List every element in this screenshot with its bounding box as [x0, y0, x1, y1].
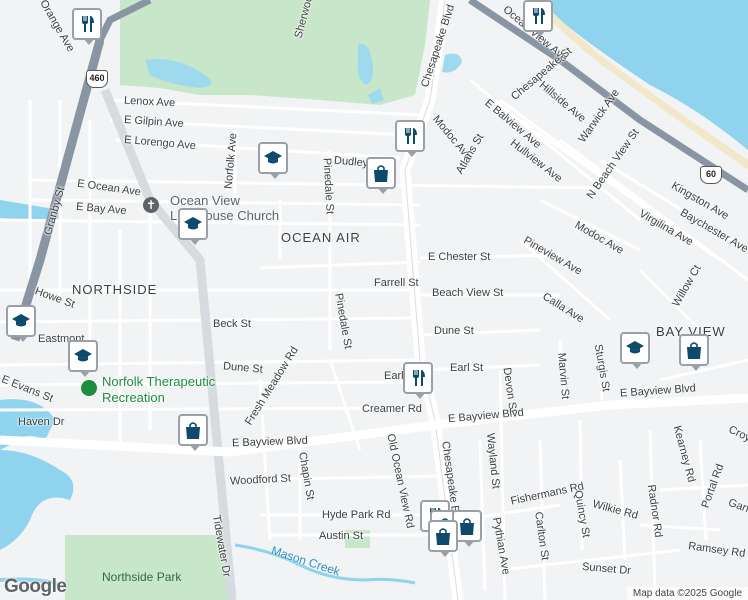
restaurant-pin[interactable] [395, 120, 425, 157]
school-icon [11, 311, 31, 331]
area-northside: NORTHSIDE [72, 282, 158, 297]
shopping-pin[interactable] [679, 334, 709, 371]
school-pin[interactable] [258, 142, 288, 179]
school-icon [73, 346, 93, 366]
shopping-pin[interactable] [178, 414, 208, 451]
shopping-icon [457, 516, 477, 536]
pond [442, 53, 462, 73]
area-ocean-air: OCEAN AIR [281, 230, 361, 245]
shopping-icon [433, 526, 453, 546]
golf-course [120, 0, 430, 105]
restaurant-icon [528, 6, 548, 26]
northside-park [65, 535, 228, 600]
street-label: Earl [384, 370, 404, 382]
restaurant-pin[interactable] [403, 362, 433, 399]
school-pin[interactable] [620, 332, 650, 369]
shopping-icon [684, 340, 704, 360]
shopping-icon [183, 420, 203, 440]
school-pin[interactable] [178, 208, 208, 245]
restaurant-icon [77, 14, 97, 34]
map-canvas[interactable]: OCEAN AIR NORTHSIDE BAY VIEW ✝ Ocean Vie… [0, 0, 748, 600]
shopping-pin[interactable] [366, 157, 396, 194]
shopping-icon [371, 163, 391, 183]
us-60-shield: 60 [700, 166, 722, 184]
church-icon[interactable]: ✝ [143, 197, 159, 213]
school-icon [263, 148, 283, 168]
school-icon [183, 214, 203, 234]
street-label: Austin St [319, 530, 364, 542]
recreation-icon[interactable] [81, 380, 97, 396]
street-label: Hyde Park Rd [322, 509, 391, 521]
street-label: Creamer Rd [362, 403, 422, 415]
street-label: Beck St [213, 318, 251, 330]
restaurant-pin[interactable] [523, 0, 553, 37]
church-label-line1[interactable]: Ocean View [170, 193, 240, 208]
therapy-label-line1[interactable]: Norfolk Therapeutic [102, 374, 215, 389]
street-label: Haven Dr [18, 416, 65, 428]
inlet-water [0, 450, 74, 550]
restaurant-icon [400, 126, 420, 146]
street-label: Dune St [434, 325, 474, 337]
street-label: Earl St [450, 362, 484, 374]
restaurant-icon [408, 368, 428, 388]
park-label[interactable]: Northside Park [102, 570, 181, 584]
us-460-shield: 460 [86, 70, 108, 88]
restaurant-pin[interactable] [72, 8, 102, 45]
school-icon [625, 338, 645, 358]
street-label: Farrell St [374, 277, 419, 289]
google-logo[interactable]: Google [4, 576, 67, 598]
school-pin[interactable] [6, 305, 36, 342]
map-attribution[interactable]: Map data ©2025 Google [626, 587, 748, 600]
therapy-label-line2[interactable]: Recreation [102, 390, 165, 405]
shopping-pin[interactable] [428, 520, 458, 557]
street-label: E Chester St [428, 251, 491, 263]
school-pin[interactable] [68, 340, 98, 377]
street-label: Beach View St [432, 287, 504, 299]
